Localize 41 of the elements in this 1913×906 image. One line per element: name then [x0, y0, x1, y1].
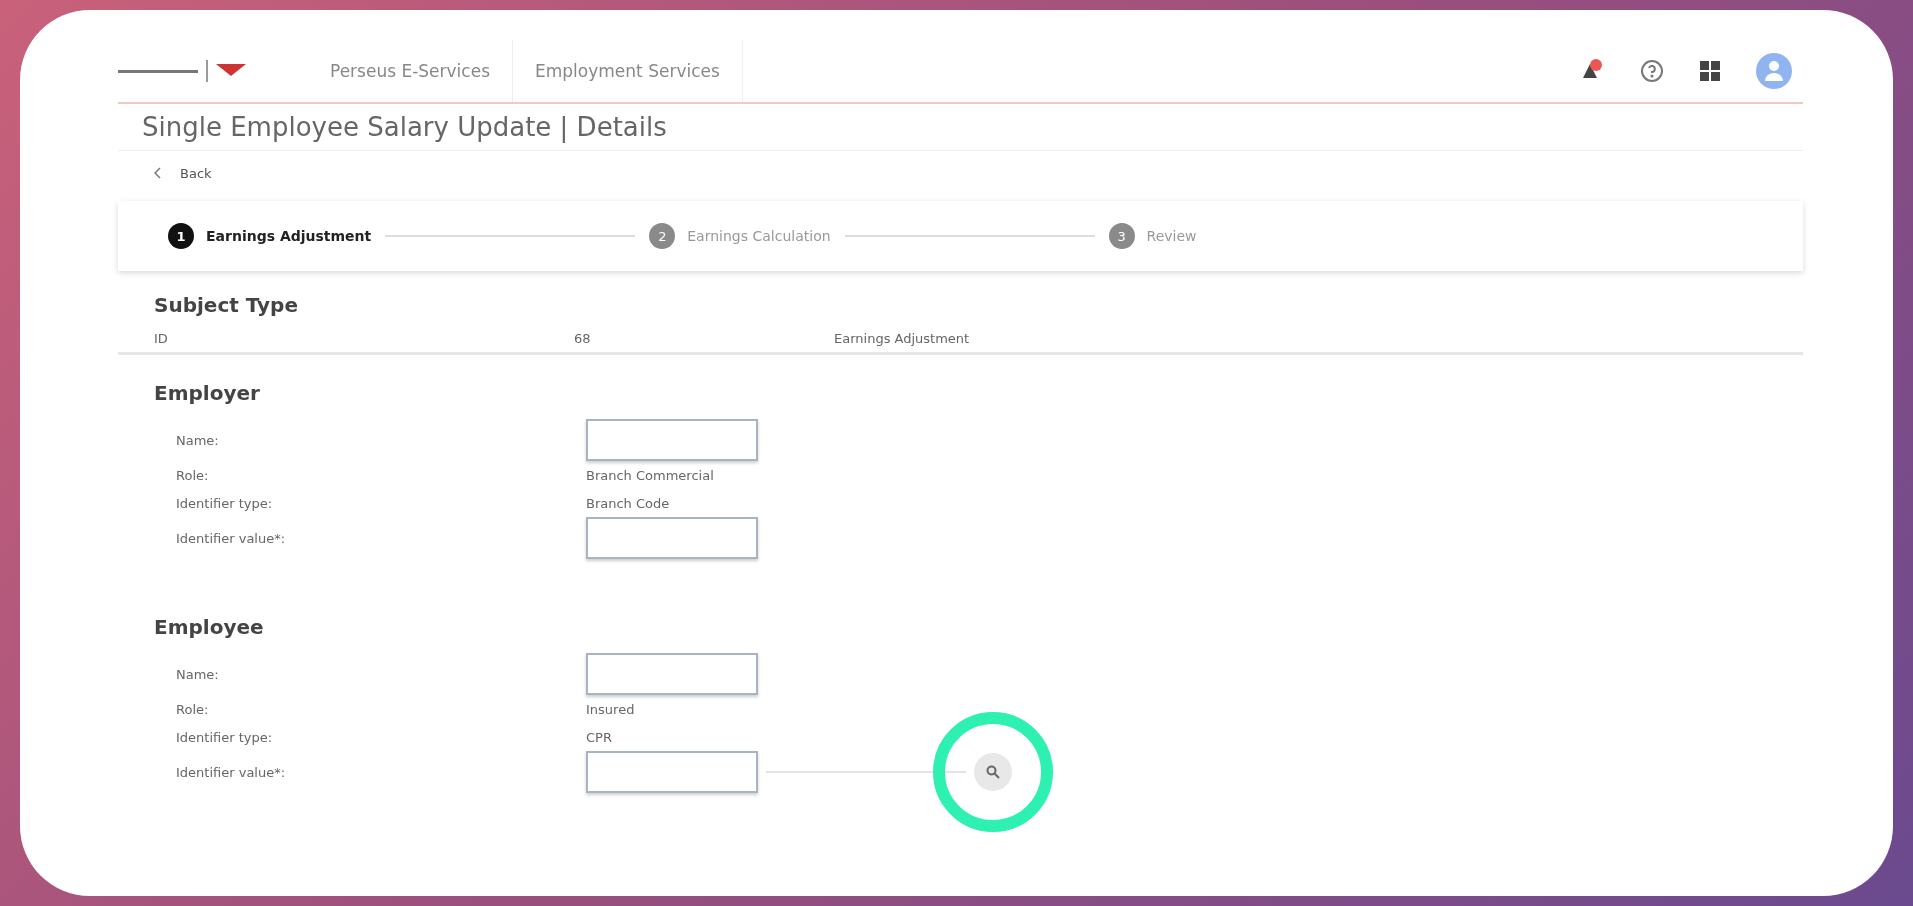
step-label: Review: [1146, 228, 1197, 244]
search-icon: [986, 765, 1000, 779]
input-field[interactable]: [586, 419, 758, 461]
section-heading: Employer: [154, 381, 261, 405]
chevron-left-icon: [154, 167, 162, 179]
field-value: Branch Code: [586, 495, 671, 511]
help-icon[interactable]: [1639, 58, 1665, 84]
table-cell-text: ID: [154, 331, 169, 346]
page-title: Single Employee Salary Update | Details: [118, 104, 1803, 151]
section-heading: Subject Type: [154, 293, 299, 317]
search-button[interactable]: [974, 753, 1012, 791]
step-number: 2: [649, 223, 676, 249]
step[interactable]: 1 Earnings Adjustment: [168, 223, 372, 249]
input-field[interactable]: [586, 517, 758, 559]
grid-icon[interactable]: [1699, 60, 1721, 82]
field-label: Name:: [176, 432, 220, 448]
step-number: 1: [168, 223, 194, 249]
field-label: Identifier value*:: [176, 764, 287, 780]
field-label: Identifier type:: [176, 729, 274, 745]
input-field[interactable]: [586, 751, 758, 793]
back-button[interactable]: Back: [118, 151, 1803, 195]
step[interactable]: 2 Earnings Calculation: [649, 223, 831, 249]
field-value: CPR: [586, 729, 613, 745]
field-value: Insured: [586, 701, 636, 717]
nav-link[interactable]: Employment Services: [513, 40, 743, 102]
avatar-icon[interactable]: [1755, 52, 1793, 90]
step-label: Earnings Calculation: [687, 228, 831, 244]
field-label: Identifier type:: [176, 495, 274, 511]
input-field[interactable]: [586, 653, 758, 695]
step[interactable]: 3 Review: [1108, 223, 1197, 249]
table-cell-text: Earnings Adjustment: [834, 331, 971, 346]
table-cell-text: 68: [574, 331, 592, 346]
step-label: Earnings Adjustment: [206, 228, 372, 244]
field-label: Role:: [176, 701, 210, 717]
field-label: Identifier value*:: [176, 530, 287, 546]
step-number: 3: [1108, 223, 1135, 249]
nav-link[interactable]: Perseus E-Services: [308, 40, 513, 102]
section-heading: Employee: [154, 615, 265, 639]
field-label: Name:: [176, 666, 220, 682]
field-label: Role:: [176, 467, 210, 483]
field-value: Branch Commercial: [586, 467, 715, 483]
